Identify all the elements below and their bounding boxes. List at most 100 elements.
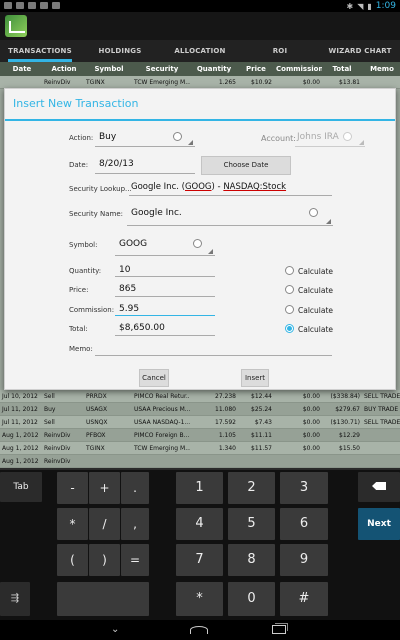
digit-4-key[interactable]: 4 bbox=[176, 508, 223, 540]
notification-image-icon bbox=[28, 2, 36, 9]
memo-field-underline[interactable] bbox=[95, 355, 332, 356]
digit-9-key[interactable]: 9 bbox=[280, 544, 328, 576]
slash-key[interactable]: / bbox=[89, 508, 120, 540]
hash-key[interactable]: # bbox=[280, 582, 328, 616]
account-spinner-underline bbox=[295, 146, 365, 147]
digit-2-key[interactable]: 2 bbox=[228, 472, 275, 504]
security-lookup-text: Google Inc. ( bbox=[131, 182, 185, 192]
column-header[interactable]: Security bbox=[132, 62, 190, 76]
period-key[interactable]: . bbox=[121, 472, 149, 504]
account-spinner-arrow-icon[interactable] bbox=[359, 140, 364, 145]
tab-allocation[interactable]: ALLOCATION bbox=[160, 40, 240, 62]
security-name-value[interactable]: Google Inc. bbox=[131, 208, 182, 218]
sliders-icon[interactable]: ⇶ bbox=[0, 582, 30, 616]
column-header[interactable]: Action bbox=[42, 62, 84, 76]
close-paren-key[interactable]: ) bbox=[89, 544, 120, 576]
digit-8-key[interactable]: 8 bbox=[228, 544, 275, 576]
action-spinner-arrow-icon[interactable] bbox=[188, 140, 193, 145]
recent-apps-icon[interactable] bbox=[272, 623, 288, 634]
table-cell: Aug 1, 2012 bbox=[2, 458, 39, 465]
digit-0-key[interactable]: 0 bbox=[228, 582, 275, 616]
digit-3-key[interactable]: 3 bbox=[280, 472, 328, 504]
column-header[interactable]: Commission bbox=[274, 62, 322, 76]
memo-label: Memo: bbox=[69, 345, 93, 353]
quantity-label: Quantity: bbox=[69, 267, 102, 275]
table-cell: ReinvDiv bbox=[44, 79, 71, 86]
security-lookup-field[interactable]: Google Inc. (GOOG) - NASDAQ:Stock bbox=[131, 182, 286, 192]
commission-calculate-radio[interactable] bbox=[285, 305, 294, 314]
column-header[interactable]: Memo bbox=[362, 62, 400, 76]
column-header[interactable]: Total bbox=[322, 62, 362, 76]
digit-5-key[interactable]: 5 bbox=[228, 508, 275, 540]
column-header[interactable]: Date bbox=[0, 62, 42, 76]
table-row[interactable]: Aug 1, 2012 ReinvDiv TGINX TCW Emerging M..… bbox=[0, 442, 400, 455]
commission-calculate-label[interactable]: Calculate bbox=[298, 306, 333, 315]
space-key[interactable] bbox=[57, 582, 149, 616]
quantity-calculate-label[interactable]: Calculate bbox=[298, 267, 333, 276]
table-cell: Jul 10, 2012 bbox=[2, 393, 38, 400]
choose-date-button[interactable]: Choose Date bbox=[201, 156, 291, 175]
table-cell: USNQX bbox=[86, 419, 108, 426]
tab-key[interactable]: Tab bbox=[0, 472, 42, 502]
table-row[interactable]: Aug 1, 2012 ReinvDiv bbox=[0, 455, 400, 468]
symbol-radio[interactable] bbox=[193, 239, 202, 248]
action-radio[interactable] bbox=[173, 132, 182, 141]
quantity-value[interactable]: 10 bbox=[119, 265, 130, 275]
back-chevron-icon[interactable]: ⌄ bbox=[111, 625, 125, 635]
table-row[interactable]: Aug 1, 2012 ReinvDiv PFBOX PIMCO Foreign B.… bbox=[0, 429, 400, 442]
total-value[interactable]: $8,650.00 bbox=[119, 323, 165, 333]
table-cell: $12.29 bbox=[339, 432, 360, 439]
table-cell: SELL TRADE bbox=[364, 419, 400, 426]
total-calculate-label[interactable]: Calculate bbox=[298, 325, 333, 334]
tab-wizard-chart[interactable]: WIZARD CHART bbox=[320, 40, 400, 62]
security-name-arrow-icon[interactable] bbox=[326, 219, 331, 224]
date-value[interactable]: 8/20/13 bbox=[99, 159, 134, 169]
table-cell: ReinvDiv bbox=[44, 445, 71, 452]
table-row[interactable]: Jul 10, 2012 Sell PRRDX PIMCO Real Retur...… bbox=[0, 390, 400, 403]
commission-underline bbox=[115, 315, 215, 316]
account-radio[interactable] bbox=[343, 132, 352, 141]
table-cell bbox=[274, 455, 322, 467]
symbol-value[interactable]: GOOG bbox=[119, 239, 147, 249]
symbol-arrow-icon[interactable] bbox=[208, 249, 213, 254]
total-calculate-radio[interactable] bbox=[285, 324, 294, 333]
security-name-radio[interactable] bbox=[309, 208, 318, 217]
quantity-calculate-radio[interactable] bbox=[285, 266, 294, 275]
table-row[interactable]: Jul 11, 2012 Sell USNQX USAA NASDAQ-1... 17.… bbox=[0, 416, 400, 429]
table-row[interactable]: Jul 11, 2012 Buy USAGX USAA Precious M... 11… bbox=[0, 403, 400, 416]
security-lookup-symbol: GOOG bbox=[184, 182, 212, 192]
cancel-button[interactable]: Cancel bbox=[139, 369, 169, 387]
equals-key[interactable]: = bbox=[121, 544, 149, 576]
next-key[interactable]: Next bbox=[358, 508, 400, 540]
tab-holdings[interactable]: HOLDINGS bbox=[80, 40, 160, 62]
price-calculate-label[interactable]: Calculate bbox=[298, 286, 333, 295]
table-cell: 1.265 bbox=[218, 79, 236, 86]
account-spinner-value[interactable]: Johns IRA bbox=[297, 132, 339, 142]
tab-roi[interactable]: ROI bbox=[240, 40, 320, 62]
digit-7-key[interactable]: 7 bbox=[176, 544, 223, 576]
comma-key[interactable]: , bbox=[121, 508, 149, 540]
table-cell bbox=[0, 76, 42, 88]
multiply-key[interactable]: * bbox=[57, 508, 88, 540]
table-cell: 1.105 bbox=[218, 432, 236, 439]
plus-key[interactable]: + bbox=[89, 472, 120, 504]
column-header[interactable]: Price bbox=[238, 62, 274, 76]
app-logo-icon[interactable] bbox=[5, 15, 27, 37]
tab-bar: TRANSACTIONS HOLDINGS ALLOCATION ROI WIZ… bbox=[0, 40, 400, 62]
price-value[interactable]: 865 bbox=[119, 284, 136, 294]
home-icon[interactable] bbox=[190, 626, 208, 634]
tab-transactions[interactable]: TRANSACTIONS bbox=[0, 40, 80, 62]
column-header[interactable]: Symbol bbox=[84, 62, 132, 76]
table-cell: $10.92 bbox=[251, 79, 272, 86]
delete-key[interactable] bbox=[358, 472, 400, 502]
digit-6-key[interactable]: 6 bbox=[280, 508, 328, 540]
action-spinner-value[interactable]: Buy bbox=[99, 132, 116, 142]
digit-1-key[interactable]: 1 bbox=[176, 472, 223, 504]
open-paren-key[interactable]: ( bbox=[57, 544, 88, 576]
insert-button[interactable]: Insert bbox=[241, 369, 269, 387]
column-header[interactable]: Quantity bbox=[190, 62, 238, 76]
asterisk-key[interactable]: * bbox=[176, 582, 223, 616]
price-calculate-radio[interactable] bbox=[285, 285, 294, 294]
minus-key[interactable]: - bbox=[57, 472, 88, 504]
commission-value[interactable]: 5.95 bbox=[119, 304, 139, 314]
